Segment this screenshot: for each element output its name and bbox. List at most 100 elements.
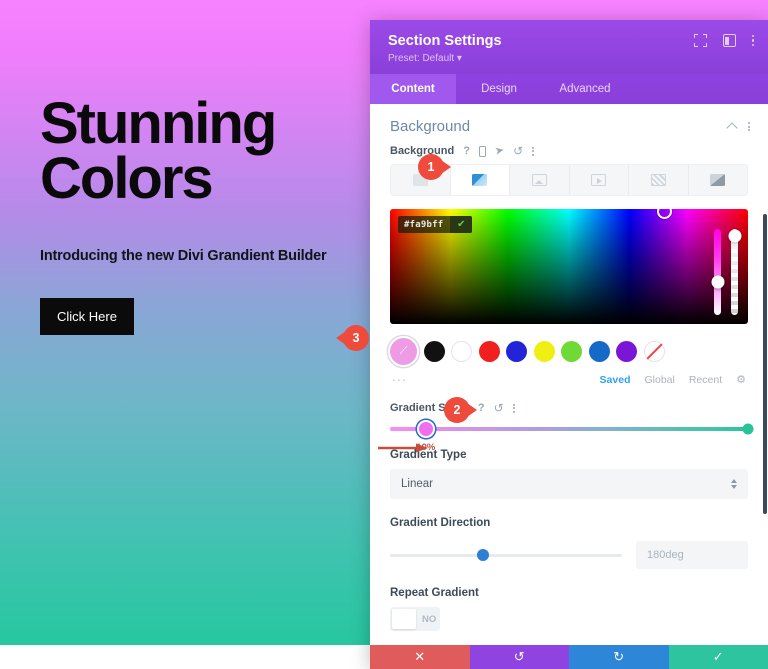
reset-icon[interactable]: ↺ xyxy=(494,402,504,414)
panel-preset-selector[interactable]: Preset: Default ▾ xyxy=(388,53,750,64)
background-type-pattern[interactable] xyxy=(629,165,689,195)
responsive-icon[interactable] xyxy=(478,145,486,157)
repeat-gradient-value: NO xyxy=(422,613,437,625)
panel-body: Background Background ? ➤ ↺ #fa9bff ✔ ⟋ … xyxy=(370,104,768,645)
chevron-updown-icon xyxy=(731,479,737,489)
alpha-slider-knob[interactable] xyxy=(728,229,741,243)
screenshot-root: Stunning Colors Introducing the new Divi… xyxy=(0,0,768,669)
swatch-transparent[interactable] xyxy=(643,341,665,362)
background-type-gradient[interactable] xyxy=(450,165,510,195)
pattern-icon xyxy=(650,174,666,186)
gradient-icon xyxy=(472,174,488,186)
gradient-type-select[interactable]: Linear xyxy=(390,469,748,499)
mask-icon xyxy=(710,174,726,186)
hero-title-line2: Colors xyxy=(40,146,214,212)
gradient-type-value: Linear xyxy=(401,478,433,490)
background-type-image[interactable] xyxy=(510,165,570,195)
tab-design[interactable]: Design xyxy=(456,74,542,104)
swatch-black[interactable] xyxy=(423,341,445,362)
tab-content[interactable]: Content xyxy=(370,74,456,104)
undo-button[interactable]: ↺ xyxy=(469,645,569,669)
video-icon xyxy=(591,174,607,186)
hero-section: Stunning Colors Introducing the new Divi… xyxy=(40,91,370,336)
annotation-badge-3: 3 xyxy=(343,325,369,351)
annotation-arrow xyxy=(378,443,428,453)
save-button[interactable]: ✓ xyxy=(668,645,768,669)
gradient-direction-field: Gradient Direction 180deg xyxy=(370,517,768,569)
eyedropper-icon[interactable]: ⟋ xyxy=(390,338,417,365)
tab-saved[interactable]: Saved xyxy=(600,374,631,386)
background-type-mask[interactable] xyxy=(689,165,748,195)
gradient-stop-handle-selected[interactable] xyxy=(418,422,433,436)
swatch-darkblue[interactable] xyxy=(588,341,610,362)
click-here-button[interactable]: Click Here xyxy=(40,298,134,336)
annotation-badge-2: 2 xyxy=(444,397,470,423)
background-type-video[interactable] xyxy=(570,165,629,195)
hover-icon[interactable]: ➤ xyxy=(494,144,506,158)
more-options-icon[interactable] xyxy=(748,122,750,131)
swatch-purple[interactable] xyxy=(616,341,637,362)
swatch-source-tabs: Saved Global Recent ⚙ xyxy=(370,371,768,387)
section-settings-panel: Section Settings Preset: Default ▾ Conte… xyxy=(370,20,768,669)
swatch-green[interactable] xyxy=(561,341,582,362)
repeat-gradient-field: Repeat Gradient NO xyxy=(370,587,768,631)
color-swatches: ⟋ xyxy=(370,324,768,365)
hero-title-line1: Stunning xyxy=(40,91,277,156)
redo-button[interactable]: ↻ xyxy=(569,645,669,669)
swatch-red[interactable] xyxy=(478,341,500,362)
gradient-direction-slider-knob[interactable] xyxy=(476,549,489,561)
hex-input[interactable]: #fa9bff xyxy=(398,220,450,230)
hex-input-group: #fa9bff ✔ xyxy=(398,216,473,233)
toggle-knob xyxy=(392,609,416,629)
gradient-type-field: Gradient Type Linear xyxy=(370,449,768,499)
page-title: Stunning Colors xyxy=(40,91,370,212)
panel-action-bar: ✕ ↺ ↻ ✓ xyxy=(370,645,768,669)
repeat-gradient-label: Repeat Gradient xyxy=(390,587,479,599)
help-icon[interactable]: ? xyxy=(478,402,485,414)
expand-icon[interactable] xyxy=(693,34,707,47)
gear-icon[interactable]: ⚙ xyxy=(736,373,746,386)
reset-icon[interactable]: ↺ xyxy=(513,145,523,157)
tab-global[interactable]: Global xyxy=(644,374,674,386)
panel-header-actions xyxy=(693,34,754,47)
hero-subtitle: Introducing the new Divi Grandient Build… xyxy=(40,248,327,265)
tab-advanced[interactable]: Advanced xyxy=(542,74,628,104)
panel-header: Section Settings Preset: Default ▾ xyxy=(370,20,768,74)
image-icon xyxy=(531,174,547,186)
more-options-icon[interactable] xyxy=(512,403,515,413)
background-field-label-row: Background ? ➤ ↺ xyxy=(390,144,748,158)
section-title: Background xyxy=(390,118,471,135)
gradient-direction-control: 180deg xyxy=(390,541,748,569)
hue-slider-knob[interactable] xyxy=(711,275,724,289)
background-label: Background xyxy=(390,145,455,157)
gradient-stops-slider[interactable]: 10% xyxy=(378,422,754,453)
panel-tabs: Content Design Advanced xyxy=(370,74,768,104)
check-icon[interactable]: ✔ xyxy=(450,216,473,233)
swatch-yellow[interactable] xyxy=(533,341,555,362)
gradient-type-label: Gradient Type xyxy=(390,449,467,461)
color-picker-cursor[interactable] xyxy=(657,209,672,219)
section-header-actions xyxy=(726,121,750,134)
gradient-stop-handle-end[interactable] xyxy=(742,423,754,435)
layout-icon[interactable] xyxy=(722,34,736,47)
color-picker-sliders xyxy=(711,229,741,315)
more-options-icon[interactable] xyxy=(751,34,754,47)
color-picker-saturation-area[interactable]: #fa9bff ✔ xyxy=(390,209,748,324)
chevron-up-icon[interactable] xyxy=(726,122,738,134)
help-icon[interactable]: ? xyxy=(463,145,470,157)
gradient-direction-input[interactable]: 180deg xyxy=(636,541,748,569)
gradient-direction-slider[interactable] xyxy=(390,549,622,561)
more-options-icon[interactable] xyxy=(532,146,535,156)
background-section-header: Background xyxy=(370,104,768,145)
annotation-badge-1: 1 xyxy=(418,154,444,180)
swatch-white[interactable] xyxy=(451,341,472,362)
swatch-blue[interactable] xyxy=(506,341,527,362)
gradient-direction-label: Gradient Direction xyxy=(390,517,491,529)
gradient-stops-field: Gradient Stops ? ↺ 10% xyxy=(370,386,768,453)
alpha-slider[interactable] xyxy=(728,229,741,315)
tab-recent[interactable]: Recent xyxy=(689,374,722,386)
panel-scrollbar[interactable] xyxy=(763,214,767,514)
cancel-button[interactable]: ✕ xyxy=(370,645,470,669)
repeat-gradient-toggle[interactable]: NO xyxy=(390,607,440,631)
hue-slider[interactable] xyxy=(711,229,724,315)
